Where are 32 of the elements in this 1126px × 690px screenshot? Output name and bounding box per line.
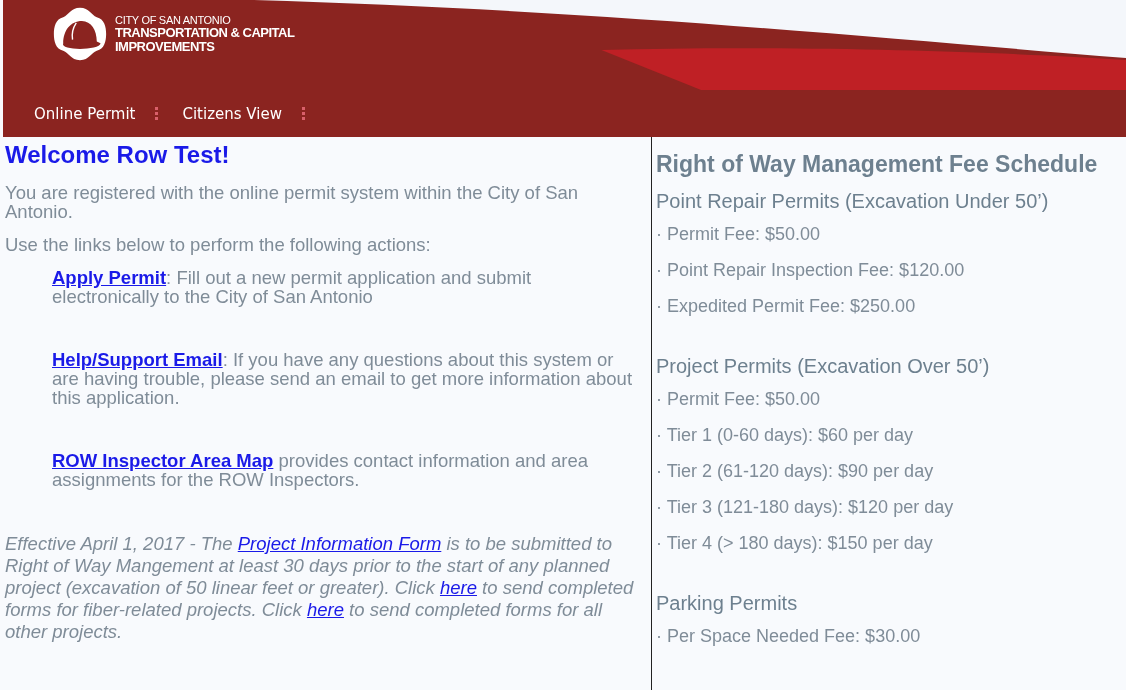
notice-text: Effective April 1, 2017 - The Project Information Form is to be submitted to Right of Way Mangement at least 30 days prior to the start of any planned project (excavation of 50 linear feet or greater). Click here to send completed forms for fiber-related projects. Click here to send completed forms for all other projects.: [5, 533, 635, 643]
logo-icon: [51, 6, 109, 62]
fee-item: · Permit Fee: $50.00: [656, 388, 822, 411]
nav-link[interactable]: Online Permit: [30, 104, 140, 123]
action-description: ROW Inspector Area Map provides contact information and area assignments for the ROW Inspectors.: [52, 451, 590, 489]
logo-text: TRANSPORTATION & CAPITAL: [115, 26, 295, 40]
fee-section-heading: Point Repair Permits (Excavation Under 50’): [656, 190, 1050, 213]
fee-section-heading: Project Permits (Excavation Over 50’): [656, 355, 991, 378]
instruction-text: Use the links below to perform the following actions:: [5, 235, 432, 254]
notice-link[interactable]: here: [306, 599, 344, 620]
fee-item: · Per Space Needed Fee: $30.00: [656, 625, 922, 648]
logo-text: IMPROVEMENTS: [115, 39, 216, 54]
notice-link[interactable]: Project Information Form: [237, 533, 442, 554]
action-description: Apply Permit: Fill out a new permit application and submit electronically to the City of San Antonio: [52, 268, 533, 306]
action-link[interactable]: Help/Support Email: [52, 349, 223, 370]
fee-item: · Tier 3 (121-180 days): $120 per day: [656, 496, 955, 519]
fee-item: · Permit Fee: $50.00: [656, 223, 822, 246]
notice-link[interactable]: here: [439, 577, 477, 598]
fee-schedule-title: Right of Way Management Fee Schedule: [656, 151, 1099, 178]
action-description: Help/Support Email: If you have any questions about this system or are having trouble, please send an email to get more information about this application.: [52, 350, 634, 407]
welcome-heading: Welcome Row Test!: [5, 141, 231, 169]
nav-link[interactable]: Citizens View: [178, 104, 286, 123]
fee-item: · Point Repair Inspection Fee: $120.00: [656, 259, 966, 282]
intro-text: You are registered with the online permit system within the City of San Antonio.: [5, 183, 580, 221]
fee-item: · Tier 2 (61-120 days): $90 per day: [656, 460, 935, 483]
fee-item: · Expedited Permit Fee: $250.00: [656, 295, 917, 318]
fee-item: · Tier 1 (0-60 days): $60 per day: [656, 424, 915, 447]
logo-text: CITY OF SAN ANTONIO: [115, 14, 232, 27]
fee-section-heading: Parking Permits: [656, 592, 799, 615]
action-link[interactable]: ROW Inspector Area Map: [52, 450, 274, 471]
fee-item: · Tier 4 (> 180 days): $150 per day: [656, 532, 934, 555]
action-link[interactable]: Apply Permit: [52, 267, 167, 288]
